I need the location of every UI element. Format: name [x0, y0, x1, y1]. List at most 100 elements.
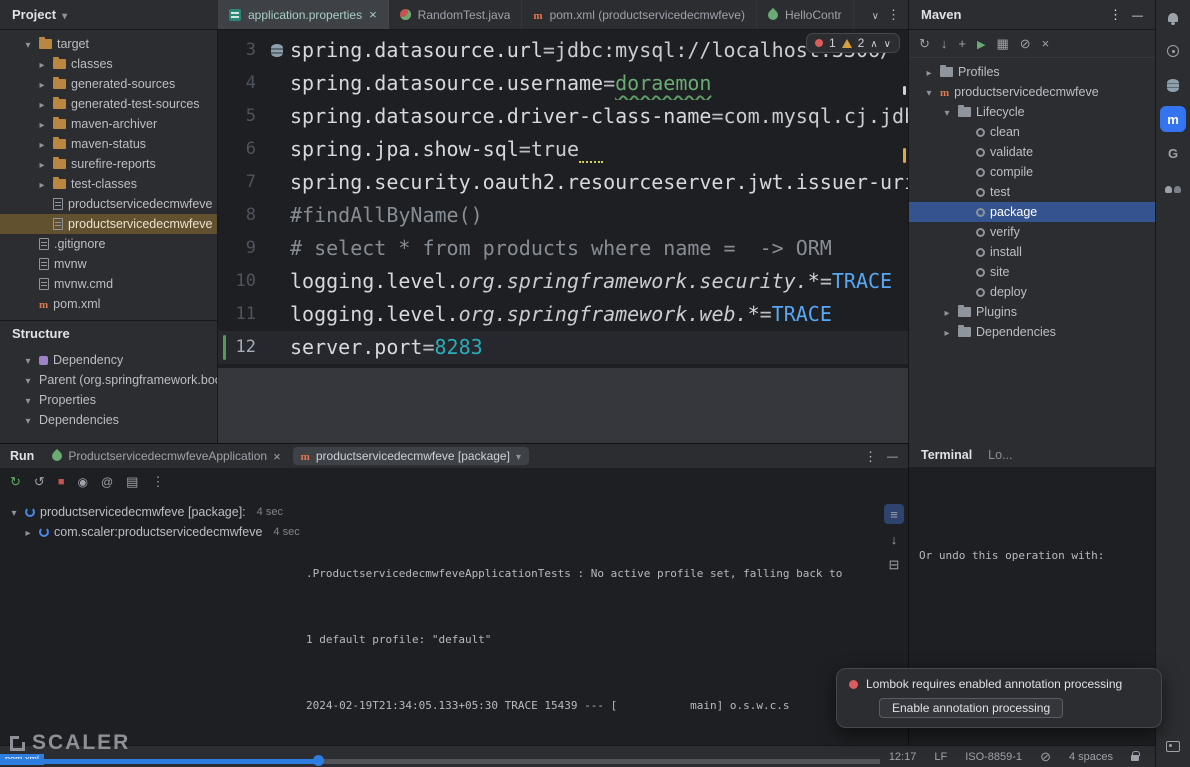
chevron-right-icon[interactable] — [39, 57, 44, 71]
maven-tool-icon[interactable] — [1160, 106, 1186, 132]
enable-annotation-processing-button[interactable]: Enable annotation processing — [879, 698, 1064, 718]
line-separator[interactable]: LF — [934, 751, 947, 763]
stop-icon[interactable] — [58, 474, 65, 488]
maven-tree-item[interactable]: test — [909, 182, 1155, 202]
structure-tree-item[interactable]: Dependency — [0, 350, 217, 370]
editor-line[interactable]: 6 spring.jpa.show-sql=true — [218, 133, 908, 166]
gradle-tool-icon[interactable] — [1160, 140, 1186, 166]
editor-line[interactable]: 7 spring.security.oauth2.resourceserver.… — [218, 166, 908, 199]
maven-tree-item[interactable]: verify — [909, 222, 1155, 242]
project-tree-item[interactable]: mvnw.cmd — [0, 274, 217, 294]
chevron-down-icon[interactable] — [11, 505, 16, 519]
project-tree-item[interactable]: mvnw — [0, 254, 217, 274]
chevron-down-icon[interactable] — [25, 393, 30, 407]
video-progress-knob[interactable] — [313, 755, 324, 766]
more-actions-icon[interactable] — [151, 475, 164, 488]
editor-line[interactable]: 4 spring.datasource.username=doraemon — [218, 67, 908, 100]
project-tree-item[interactable]: generated-test-sources — [0, 94, 217, 114]
lock-icon[interactable] — [1131, 751, 1140, 761]
chevron-right-icon[interactable] — [944, 325, 949, 339]
editor-line[interactable]: 11 logging.level.org.springframework.web… — [218, 298, 908, 331]
project-tree-item[interactable]: maven-status — [0, 134, 217, 154]
chevron-right-icon[interactable] — [39, 117, 44, 131]
maven-tree-item[interactable]: package — [909, 202, 1155, 222]
notifications-bell-icon[interactable] — [1160, 4, 1186, 30]
video-progress-track[interactable] — [0, 759, 880, 764]
coverage-icon[interactable] — [77, 475, 87, 488]
maven-tree-item[interactable]: Plugins — [909, 302, 1155, 322]
database-icon[interactable] — [271, 44, 283, 57]
maven-refresh-icon[interactable] — [919, 37, 930, 50]
chevron-right-icon[interactable] — [39, 157, 44, 171]
project-tree-item[interactable]: test-classes — [0, 174, 217, 194]
editor-tab[interactable]: HelloContr — [757, 0, 854, 29]
next-issue-icon[interactable] — [884, 36, 891, 50]
chevron-down-icon[interactable] — [926, 85, 931, 99]
maven-options-icon[interactable] — [1109, 8, 1122, 22]
project-tree-item[interactable]: pom.xml — [0, 294, 217, 314]
close-icon[interactable] — [369, 8, 377, 21]
chevron-right-icon[interactable] — [39, 177, 44, 191]
run-console[interactable]: .ProductservicedecmwfeveApplicationTests… — [300, 494, 880, 746]
inspections-widget[interactable]: 1 2 — [805, 33, 900, 53]
chevron-right-icon[interactable] — [39, 137, 44, 151]
notification-popup[interactable]: Lombok requires enabled annotation proce… — [836, 668, 1162, 728]
editor-line[interactable]: 9 # select * from products where name = … — [218, 232, 908, 265]
structure-tree-item[interactable]: Parent (org.springframework.boo — [0, 370, 217, 390]
maven-tree-item[interactable]: deploy — [909, 282, 1155, 302]
project-tree-item[interactable]: surefire-reports — [0, 154, 217, 174]
rerun-icon[interactable] — [10, 475, 21, 488]
chevron-right-icon[interactable] — [926, 65, 931, 79]
restart-icon[interactable] — [34, 475, 45, 488]
structure-tree-item[interactable]: Properties — [0, 390, 217, 410]
chevron-down-icon[interactable] — [25, 353, 30, 367]
maven-tree-item[interactable]: site — [909, 262, 1155, 282]
project-tree-item[interactable]: target — [0, 34, 217, 54]
chevron-down-icon[interactable] — [62, 7, 67, 22]
project-tree-item[interactable]: classes — [0, 54, 217, 74]
chevron-right-icon[interactable] — [25, 525, 30, 539]
editor-line[interactable]: 5 spring.datasource.driver-class-name=co… — [218, 100, 908, 133]
project-tree-item[interactable]: productservicedecmwfeve — [0, 194, 217, 214]
project-tree-item[interactable]: .gitignore — [0, 234, 217, 254]
editor-tab[interactable]: application.properties — [218, 0, 389, 29]
collaboration-icon[interactable] — [1160, 174, 1186, 200]
maven-close-icon[interactable] — [1042, 37, 1050, 50]
editor-tab[interactable]: RandomTest.java — [389, 0, 523, 29]
layout-icon[interactable] — [126, 475, 138, 488]
annotate-icon[interactable] — [101, 475, 113, 488]
project-tree-item[interactable]: generated-sources — [0, 74, 217, 94]
run-tab[interactable]: ProductservicedecmwfeveApplication — [44, 447, 288, 465]
run-options-icon[interactable] — [864, 450, 877, 463]
file-encoding[interactable]: ISO-8859-1 — [965, 751, 1022, 763]
maven-tree-item[interactable]: validate — [909, 142, 1155, 162]
project-tool-header[interactable]: Project — [0, 0, 218, 29]
hidden-tabs-icon[interactable] — [872, 8, 879, 22]
skip-tests-icon[interactable] — [1020, 37, 1031, 50]
clear-console-icon[interactable] — [884, 554, 904, 574]
chevron-down-icon[interactable] — [516, 449, 521, 463]
chevron-down-icon[interactable] — [944, 105, 949, 119]
run-tab[interactable]: productservicedecmwfeve [package] — [292, 447, 529, 465]
maven-tree-item[interactable]: Lifecycle — [909, 102, 1155, 122]
add-maven-project-icon[interactable] — [958, 37, 966, 50]
highlighting-level-icon[interactable] — [1040, 750, 1051, 763]
editor[interactable]: 3 spring.datasource.url=jdbc:mysql://loc… — [218, 30, 908, 443]
maven-tree-item[interactable]: install — [909, 242, 1155, 262]
chevron-down-icon[interactable] — [25, 37, 30, 51]
maven-tree-item[interactable]: productservicedecmwfeve — [909, 82, 1155, 102]
database-tool-icon[interactable] — [1160, 72, 1186, 98]
editor-line[interactable]: 10 logging.level.org.springframework.sec… — [218, 265, 908, 298]
chevron-down-icon[interactable] — [25, 373, 30, 387]
maven-tree-item[interactable]: Profiles — [909, 62, 1155, 82]
maven-tree-item[interactable]: Dependencies — [909, 322, 1155, 342]
maven-settings-icon[interactable] — [996, 37, 1008, 50]
chevron-right-icon[interactable] — [944, 305, 949, 319]
terminal-tab-2[interactable]: Lo... — [988, 448, 1012, 462]
chevron-right-icon[interactable] — [39, 97, 44, 111]
tab-options-icon[interactable] — [887, 8, 900, 21]
maven-tree-item[interactable]: compile — [909, 162, 1155, 182]
structure-tree-item[interactable]: Dependencies — [0, 410, 217, 430]
run-tree-item[interactable]: productservicedecmwfeve [package]: 4 sec — [0, 502, 300, 522]
project-tree-item[interactable]: productservicedecmwfeve — [0, 214, 217, 234]
